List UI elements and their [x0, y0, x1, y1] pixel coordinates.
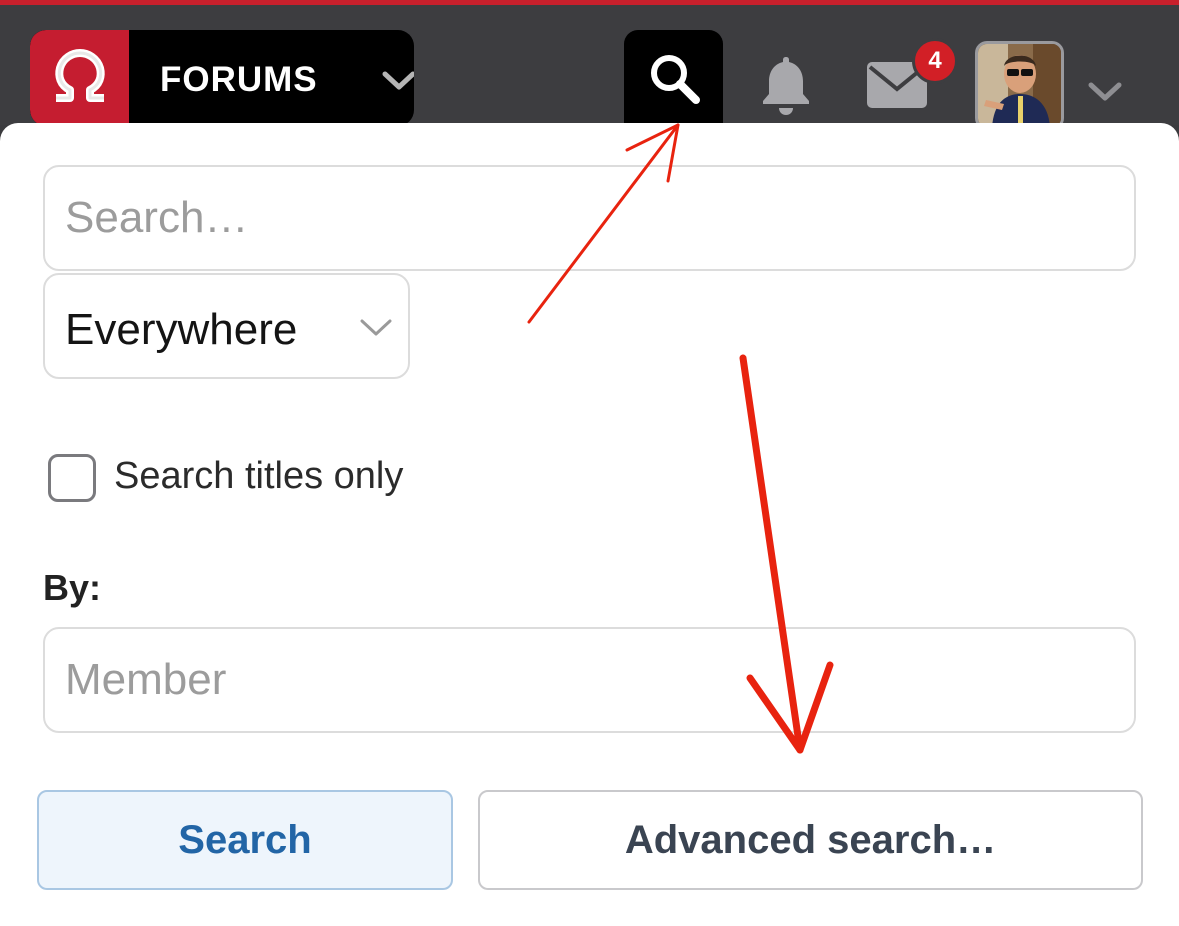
chevron-down-icon [359, 317, 393, 344]
by-label: By: [43, 567, 102, 608]
avatar[interactable] [975, 41, 1064, 130]
forums-label: FORUMS [160, 60, 318, 99]
omega-logo-icon [30, 30, 129, 126]
titles-only-checkbox[interactable] [48, 454, 96, 502]
site-header: FORUMS 4 [0, 5, 1179, 130]
chevron-down-icon[interactable] [1088, 81, 1122, 108]
search-scope-value: Everywhere [65, 305, 298, 354]
forums-menu-button[interactable]: FORUMS [30, 30, 414, 126]
advanced-search-button[interactable]: Advanced search… [478, 790, 1143, 890]
member-field[interactable] [43, 627, 1136, 733]
search-button[interactable]: Search [37, 790, 453, 890]
search-icon [646, 50, 702, 111]
search-input[interactable] [45, 167, 1134, 269]
chevron-down-icon [382, 70, 414, 97]
search-toggle-button[interactable] [624, 30, 723, 130]
member-input[interactable] [45, 629, 1134, 731]
search-dropdown-panel: Everywhere Search titles only By: Search… [0, 123, 1179, 926]
titles-only-label[interactable]: Search titles only [114, 455, 403, 498]
search-scope-select[interactable]: Everywhere [43, 273, 410, 379]
message-count-badge: 4 [912, 38, 958, 84]
bell-icon[interactable] [758, 53, 814, 122]
search-query-field[interactable] [43, 165, 1136, 271]
